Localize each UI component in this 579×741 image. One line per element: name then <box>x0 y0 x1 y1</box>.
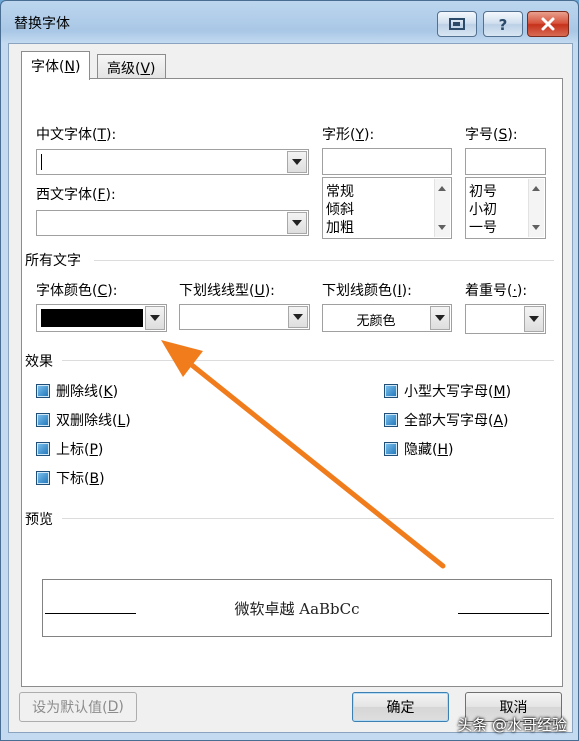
font-size-input[interactable] <box>465 148 546 175</box>
all-caps-label: 全部大写字母(A) <box>404 413 509 429</box>
tab-font[interactable]: 字体(N) <box>21 51 91 80</box>
checkbox-indicator <box>384 413 398 427</box>
all-text-heading: 所有文字 <box>25 253 81 269</box>
chevron-down-icon <box>150 315 160 321</box>
font-style-label: 字形(Y): <box>322 127 375 143</box>
emphasis-mark-combo[interactable] <box>465 304 546 334</box>
underline-color-label: 下划线颜色(I): <box>322 283 412 299</box>
font-size-label: 字号(S): <box>465 127 518 143</box>
emphasis-mark-dropdown-button[interactable] <box>524 306 544 332</box>
strikethrough-label: 删除线(K) <box>56 384 119 400</box>
effects-heading: 效果 <box>25 354 53 370</box>
chevron-down-icon <box>529 316 539 322</box>
help-icon: ? <box>499 16 508 32</box>
group-divider <box>94 260 554 261</box>
font-color-dropdown-button[interactable] <box>145 306 165 330</box>
list-item[interactable]: 倾斜 <box>326 199 354 219</box>
font-size-scrollbar[interactable] <box>528 179 544 237</box>
font-color-combo[interactable] <box>36 304 167 332</box>
tab-advanced[interactable]: 高级(V) <box>97 54 166 80</box>
preview-box: 微软卓越 AaBbCc <box>42 579 552 637</box>
superscript-checkbox[interactable]: 上标(P) <box>36 439 103 459</box>
chinese-font-combo[interactable] <box>36 149 309 175</box>
underline-color-dropdown-button[interactable] <box>430 306 450 330</box>
tab-advanced-label: 高级(V) <box>107 60 156 77</box>
group-divider <box>62 360 554 361</box>
scroll-down-icon[interactable] <box>438 225 446 230</box>
font-style-list[interactable]: 常规 倾斜 加粗 <box>322 177 452 239</box>
checkbox-indicator <box>384 384 398 398</box>
list-item[interactable]: 一号 <box>469 217 497 237</box>
emphasis-mark-label: 着重号(·): <box>465 283 528 299</box>
western-font-combo[interactable] <box>36 210 309 236</box>
western-font-label: 西文字体(F): <box>36 187 116 203</box>
preview-heading: 预览 <box>25 512 53 528</box>
scroll-up-icon[interactable] <box>532 186 540 191</box>
subscript-checkbox[interactable]: 下标(B) <box>36 468 105 488</box>
small-caps-checkbox[interactable]: 小型大写字母(M) <box>384 381 511 401</box>
preview-sample-text: 微软卓越 AaBbCc <box>234 600 360 618</box>
underline-color-value: 无颜色 <box>356 314 396 329</box>
dialog-window: 替换字体 ? 字体(N) 高级(V) 中文字体(T): 西文字体(F): 字形(… <box>0 0 579 741</box>
list-item[interactable]: 常规 <box>326 181 354 201</box>
list-item[interactable]: 初号 <box>469 181 497 201</box>
chevron-down-icon <box>292 159 302 165</box>
font-style-scrollbar[interactable] <box>434 179 450 237</box>
window-title: 替换字体 <box>14 16 70 32</box>
checkbox-indicator <box>36 442 50 456</box>
checkbox-indicator <box>36 413 50 427</box>
double-strikethrough-label: 双删除线(L) <box>56 413 131 429</box>
restore-icon <box>449 18 465 30</box>
underline-color-combo[interactable]: 无颜色 <box>322 304 452 332</box>
close-icon <box>541 17 555 31</box>
help-button[interactable]: ? <box>483 11 523 37</box>
set-default-button[interactable]: 设为默认值(D) <box>19 692 137 722</box>
font-size-list[interactable]: 初号 小初 一号 <box>465 177 546 239</box>
small-caps-label: 小型大写字母(M) <box>404 384 512 400</box>
text-caret <box>41 154 42 170</box>
subscript-label: 下标(B) <box>56 471 105 487</box>
watermark: 头条 @水哥经验 <box>457 716 567 734</box>
close-button[interactable] <box>527 11 569 37</box>
svg-text:?: ? <box>499 16 508 32</box>
chevron-down-icon <box>293 314 303 320</box>
chevron-down-icon <box>292 220 302 226</box>
hidden-label: 隐藏(H) <box>404 442 454 458</box>
strikethrough-checkbox[interactable]: 删除线(K) <box>36 381 118 401</box>
dialog-client: 字体(N) 高级(V) 中文字体(T): 西文字体(F): 字形(Y): 常规 … <box>8 43 573 733</box>
hidden-checkbox[interactable]: 隐藏(H) <box>384 439 453 459</box>
checkbox-indicator <box>36 471 50 485</box>
ok-button[interactable]: 确定 <box>352 692 449 722</box>
chevron-down-icon <box>435 315 445 321</box>
color-swatch <box>41 309 143 327</box>
western-font-dropdown-button[interactable] <box>287 212 307 234</box>
title-bar[interactable]: 替换字体 ? <box>1 1 578 43</box>
font-style-input[interactable] <box>322 148 452 175</box>
scroll-down-icon[interactable] <box>532 225 540 230</box>
list-item[interactable]: 小初 <box>469 199 497 219</box>
restore-button[interactable] <box>437 11 477 37</box>
checkbox-indicator <box>36 384 50 398</box>
tab-font-label: 字体(N) <box>31 59 81 75</box>
list-item[interactable]: 加粗 <box>326 217 354 237</box>
chinese-font-dropdown-button[interactable] <box>287 151 307 173</box>
scroll-up-icon[interactable] <box>438 186 446 191</box>
double-strikethrough-checkbox[interactable]: 双删除线(L) <box>36 410 131 430</box>
checkbox-indicator <box>384 442 398 456</box>
all-caps-checkbox[interactable]: 全部大写字母(A) <box>384 410 509 430</box>
underline-style-label: 下划线线型(U): <box>179 283 275 299</box>
superscript-label: 上标(P) <box>56 442 104 458</box>
preview-baseline-right <box>458 613 549 614</box>
underline-style-combo[interactable] <box>179 304 310 330</box>
group-divider <box>62 518 554 519</box>
underline-style-dropdown-button[interactable] <box>288 306 308 328</box>
font-color-label: 字体颜色(C): <box>36 283 118 299</box>
chinese-font-label: 中文字体(T): <box>36 127 117 143</box>
